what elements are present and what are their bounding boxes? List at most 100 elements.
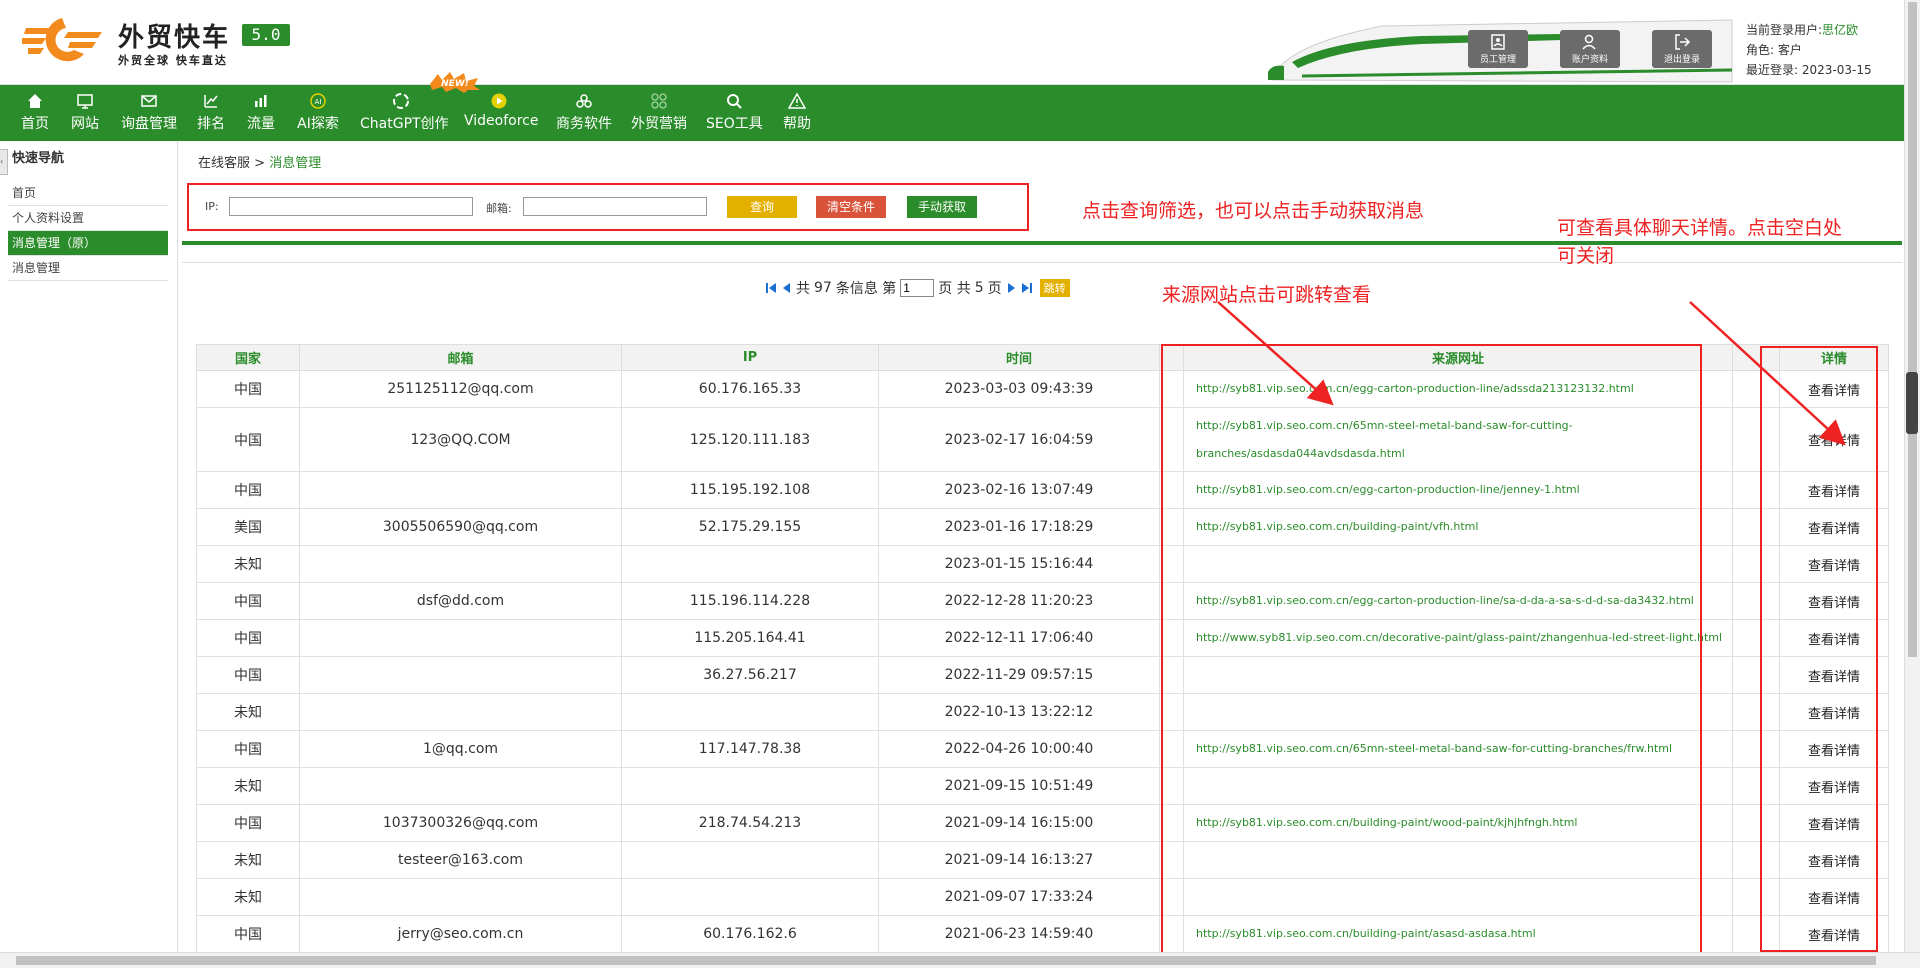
view-detail-button[interactable]: 查看详情 bbox=[1779, 508, 1889, 546]
spacer-cell bbox=[1159, 841, 1184, 879]
view-detail-button[interactable]: 查看详情 bbox=[1779, 582, 1889, 620]
view-detail-button[interactable]: 查看详情 bbox=[1779, 619, 1889, 657]
email-cell bbox=[299, 878, 622, 916]
source-url-link[interactable]: http://syb81.vip.seo.com.cn/egg-carton-p… bbox=[1183, 370, 1733, 408]
table-row: 未知 2021-09-15 10:51:49 查看详情 bbox=[196, 767, 1889, 805]
view-detail-button[interactable]: 查看详情 bbox=[1779, 370, 1889, 408]
source-url-link[interactable]: http://syb81.vip.seo.com.cn/65mn-steel-m… bbox=[1183, 407, 1733, 472]
nav-ranking[interactable]: 排名 bbox=[196, 85, 226, 141]
column-header: 来源网址 bbox=[1183, 344, 1733, 371]
first-page-icon[interactable] bbox=[766, 282, 777, 294]
sidebar-item-profile[interactable]: 个人资料设置 bbox=[8, 206, 168, 231]
source-url-link[interactable]: http://syb81.vip.seo.com.cn/building-pai… bbox=[1183, 915, 1733, 953]
ip-cell bbox=[621, 693, 879, 731]
query-button[interactable]: 查询 bbox=[727, 196, 797, 218]
account-info-button[interactable]: 账户资料 bbox=[1560, 30, 1620, 68]
jump-button[interactable]: 跳转 bbox=[1039, 279, 1070, 297]
manual-fetch-button[interactable]: 手动获取 bbox=[907, 196, 977, 218]
nav-inquiry[interactable]: 询盘管理 bbox=[121, 85, 177, 141]
page-input[interactable] bbox=[900, 279, 935, 297]
breadcrumb-parent[interactable]: 在线客服 bbox=[198, 156, 250, 171]
nav-label: 外贸营销 bbox=[631, 116, 687, 132]
view-detail-button[interactable]: 查看详情 bbox=[1779, 471, 1889, 509]
vertical-scroll-thumb[interactable] bbox=[1908, 2, 1917, 657]
side-widget[interactable] bbox=[1906, 372, 1918, 434]
country-cell: 中国 bbox=[196, 730, 300, 768]
spacer-cell bbox=[1732, 656, 1780, 694]
nav-website[interactable]: 网站 bbox=[70, 85, 100, 141]
horizontal-scroll-thumb[interactable] bbox=[16, 956, 1876, 965]
nav-marketing[interactable]: 外贸营销 bbox=[631, 85, 687, 141]
source-url-link[interactable] bbox=[1183, 767, 1733, 805]
country-cell: 中国 bbox=[196, 370, 300, 408]
email-label: 邮箱: bbox=[486, 202, 512, 215]
email-input[interactable] bbox=[523, 197, 707, 216]
horizontal-scrollbar[interactable] bbox=[0, 952, 1920, 968]
nav-home[interactable]: 首页 bbox=[20, 85, 50, 141]
nav-seo-tools[interactable]: SEO工具 bbox=[706, 85, 763, 141]
sidebar-item-messages-old[interactable]: 消息管理（原） bbox=[8, 231, 168, 256]
view-detail-button[interactable]: 查看详情 bbox=[1779, 841, 1889, 879]
time-cell: 2022-12-11 17:06:40 bbox=[878, 619, 1160, 657]
source-url-link[interactable] bbox=[1183, 693, 1733, 731]
column-header: 邮箱 bbox=[299, 344, 622, 371]
ip-cell: 218.74.54.213 bbox=[621, 804, 879, 842]
email-cell bbox=[299, 693, 622, 731]
table-row: 未知 2022-10-13 13:22:12 查看详情 bbox=[196, 693, 1889, 731]
nav-help[interactable]: 帮助 bbox=[782, 85, 812, 141]
source-url-link[interactable]: http://syb81.vip.seo.com.cn/building-pai… bbox=[1183, 508, 1733, 546]
staff-icon bbox=[1491, 34, 1505, 50]
source-url-link[interactable] bbox=[1183, 656, 1733, 694]
view-detail-button[interactable]: 查看详情 bbox=[1779, 693, 1889, 731]
next-page-icon[interactable] bbox=[1006, 282, 1017, 294]
last-page-icon[interactable] bbox=[1021, 282, 1032, 294]
time-cell: 2023-02-17 16:04:59 bbox=[878, 407, 1160, 472]
logout-button[interactable]: 退出登录 bbox=[1652, 30, 1712, 68]
source-url-link[interactable] bbox=[1183, 878, 1733, 916]
logout-icon bbox=[1675, 34, 1691, 50]
email-cell: testeer@163.com bbox=[299, 841, 622, 879]
time-cell: 2023-01-15 15:16:44 bbox=[878, 545, 1160, 583]
nav-traffic[interactable]: 流量 bbox=[246, 85, 276, 141]
column-header: 详情 bbox=[1779, 344, 1889, 371]
sidebar-title: 快速导航 bbox=[12, 151, 65, 166]
view-detail-button[interactable]: 查看详情 bbox=[1779, 730, 1889, 768]
warning-icon bbox=[788, 92, 806, 109]
view-detail-button[interactable]: 查看详情 bbox=[1779, 767, 1889, 805]
ip-cell: 60.176.165.33 bbox=[621, 370, 879, 408]
nav-business-software[interactable]: 商务软件 bbox=[556, 85, 612, 141]
view-detail-button[interactable]: 查看详情 bbox=[1779, 804, 1889, 842]
nav-ai-explore[interactable]: AI AI探索 bbox=[297, 85, 339, 141]
country-cell: 中国 bbox=[196, 656, 300, 694]
table-row: 未知 testeer@163.com 2021-09-14 16:13:27 查看详情 bbox=[196, 841, 1889, 879]
nav-label: 首页 bbox=[21, 116, 49, 132]
source-url-link[interactable]: http://www.syb81.vip.seo.com.cn/decorati… bbox=[1183, 619, 1733, 657]
source-url-link[interactable] bbox=[1183, 841, 1733, 879]
sidebar-item-messages[interactable]: 消息管理 bbox=[8, 256, 168, 281]
nav-label: 网站 bbox=[71, 116, 99, 132]
vertical-scrollbar[interactable] bbox=[1904, 0, 1920, 952]
email-cell: 1037300326@qq.com bbox=[299, 804, 622, 842]
view-detail-button[interactable]: 查看详情 bbox=[1779, 407, 1889, 472]
view-detail-button[interactable]: 查看详情 bbox=[1779, 915, 1889, 953]
nav-label: Videoforce bbox=[464, 113, 539, 129]
view-detail-button[interactable]: 查看详情 bbox=[1779, 545, 1889, 583]
source-url-link[interactable]: http://syb81.vip.seo.com.cn/egg-carton-p… bbox=[1183, 471, 1733, 509]
time-cell: 2021-09-07 17:33:24 bbox=[878, 878, 1160, 916]
country-cell: 未知 bbox=[196, 545, 300, 583]
sidebar-collapse-toggle[interactable]: ‹ bbox=[0, 149, 8, 175]
source-url-link[interactable] bbox=[1183, 545, 1733, 583]
country-cell: 未知 bbox=[196, 841, 300, 879]
ip-input[interactable] bbox=[229, 197, 473, 216]
header: 外贸快车 5.0 外贸全球 快车直达 员工管理 账户资料 退出登录 当前登录用户… bbox=[0, 0, 1920, 85]
source-url-link[interactable]: http://syb81.vip.seo.com.cn/egg-carton-p… bbox=[1183, 582, 1733, 620]
sidebar-item-home[interactable]: 首页 bbox=[8, 181, 168, 206]
source-url-link[interactable]: http://syb81.vip.seo.com.cn/building-pai… bbox=[1183, 804, 1733, 842]
view-detail-button[interactable]: 查看详情 bbox=[1779, 878, 1889, 916]
clear-conditions-button[interactable]: 清空条件 bbox=[816, 196, 886, 218]
prev-page-icon[interactable] bbox=[781, 282, 792, 294]
source-url-link[interactable]: http://syb81.vip.seo.com.cn/65mn-steel-m… bbox=[1183, 730, 1733, 768]
staff-management-button[interactable]: 员工管理 bbox=[1468, 30, 1528, 68]
spacer-cell bbox=[1159, 656, 1184, 694]
view-detail-button[interactable]: 查看详情 bbox=[1779, 656, 1889, 694]
